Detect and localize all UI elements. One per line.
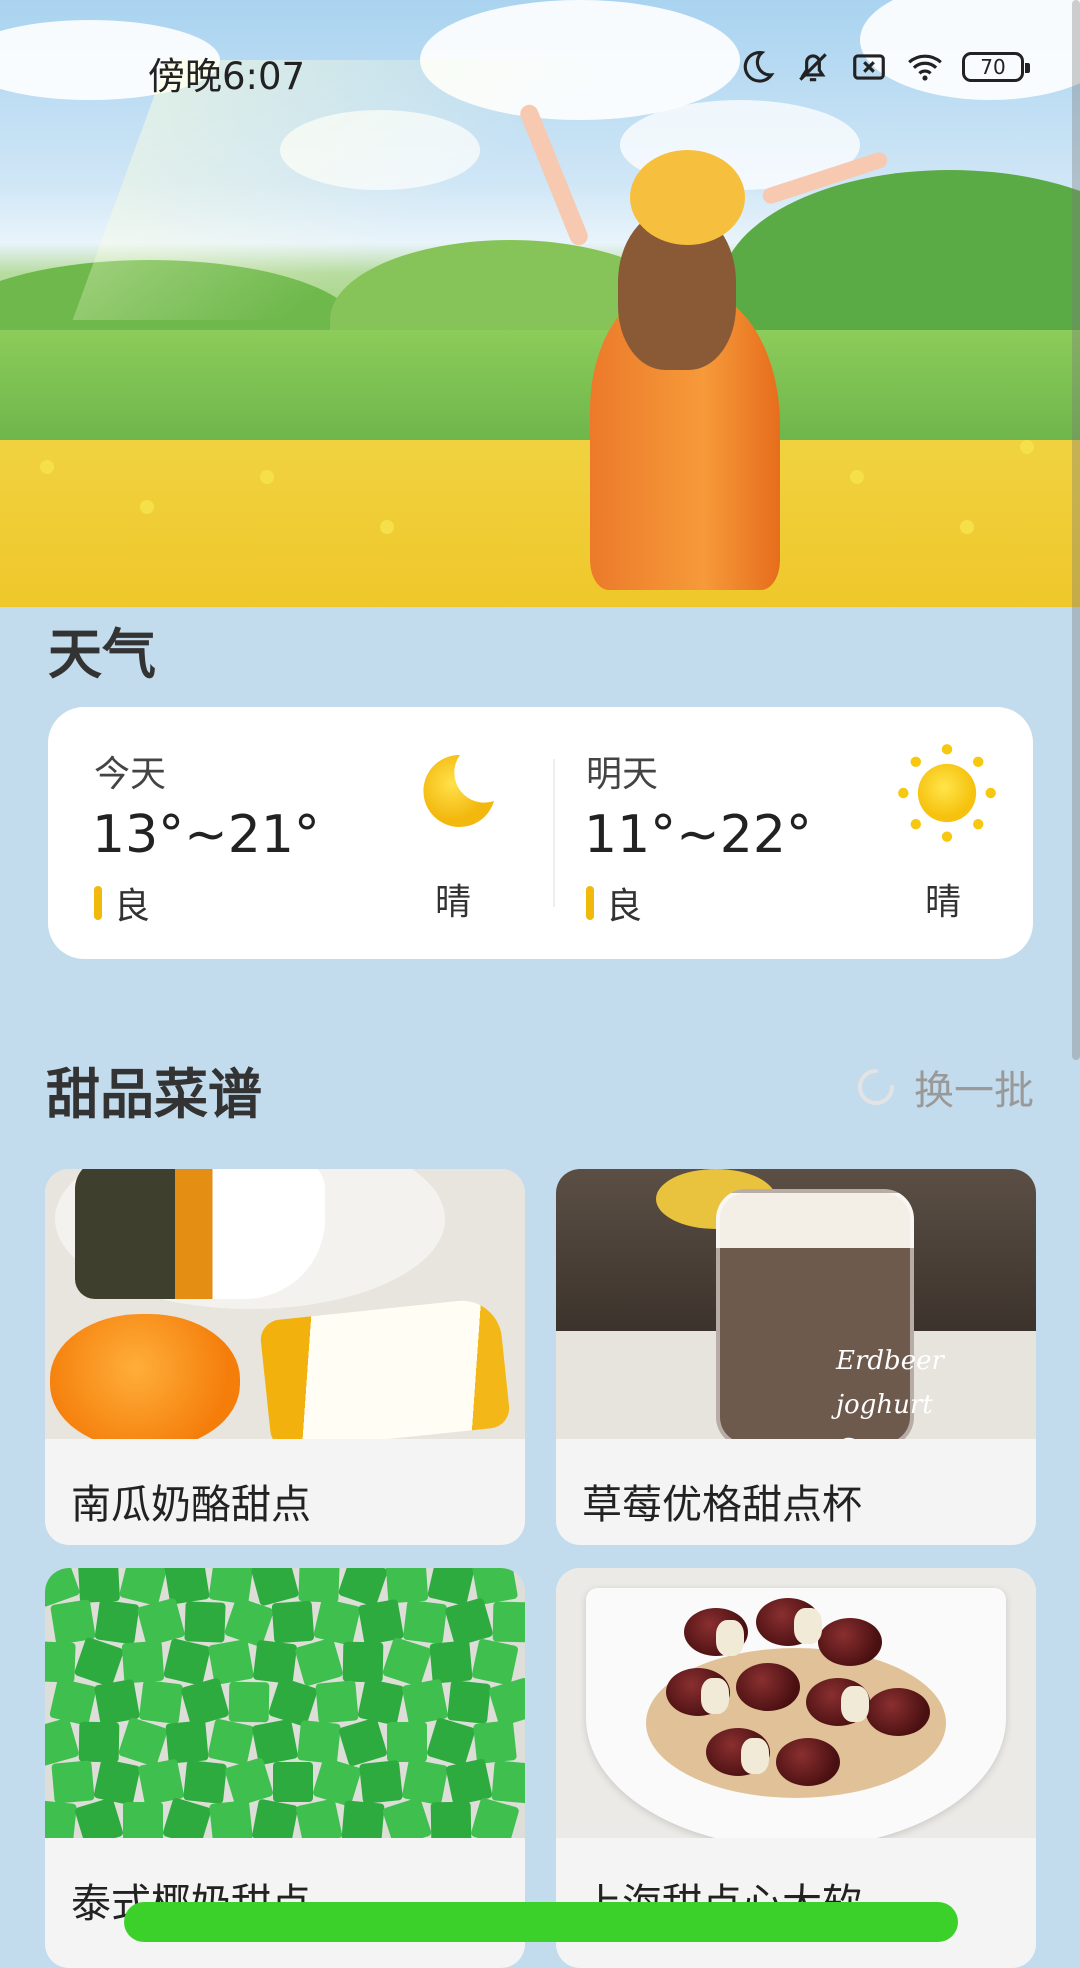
jelly-cube xyxy=(184,1601,226,1643)
jelly-cube xyxy=(401,1758,449,1806)
jelly-cube xyxy=(228,1681,270,1723)
moon-icon xyxy=(423,754,494,827)
jelly-cube xyxy=(342,1641,384,1683)
jelly-cube xyxy=(162,1797,212,1838)
recipe-card[interactable]: 南瓜奶酪甜点 xyxy=(45,1169,525,1545)
air-quality: 良 xyxy=(586,877,642,929)
jelly-cube xyxy=(117,1716,169,1768)
jelly-cube xyxy=(94,1599,140,1645)
weather-condition: 晴 xyxy=(925,882,962,923)
recipe-name: 南瓜奶酪甜点 xyxy=(71,1482,311,1528)
jelly-cube xyxy=(426,1717,476,1767)
bell-off-icon xyxy=(799,53,827,82)
jelly-cube xyxy=(77,1568,121,1604)
jelly-cube xyxy=(74,1797,124,1838)
jelly-cube xyxy=(121,1640,165,1684)
weather-tomorrow[interactable]: 明天 11°~22° 良 晴 xyxy=(540,707,1030,959)
recipe-image xyxy=(556,1568,1036,1838)
jelly-cube xyxy=(78,1721,120,1763)
jelly-cube xyxy=(183,1760,227,1804)
recipe-image xyxy=(45,1568,525,1838)
jelly-cube xyxy=(45,1800,77,1838)
jelly-cube xyxy=(357,1678,405,1726)
status-time: 傍晚6:07 xyxy=(148,55,306,98)
wifi-icon xyxy=(908,54,942,81)
jelly-cube xyxy=(470,1797,520,1838)
air-quality-bar xyxy=(586,886,594,920)
jelly-cube xyxy=(491,1760,525,1804)
refresh-button[interactable]: 换一批 xyxy=(854,1058,1034,1116)
jelly-cube xyxy=(359,1760,403,1804)
jelly-cube xyxy=(385,1568,429,1604)
jelly-cube xyxy=(49,1678,97,1726)
jelly-cube xyxy=(295,1798,343,1838)
jelly-cube xyxy=(298,1568,340,1603)
jelly-cube xyxy=(430,1801,472,1838)
weather-day-label: 明天 xyxy=(586,754,659,795)
moon-icon xyxy=(743,51,775,83)
jelly-cube xyxy=(123,1802,163,1838)
jelly-cube xyxy=(402,1599,448,1645)
dessert-section-title: 甜品菜谱 xyxy=(46,1063,262,1126)
weather-day-label: 今天 xyxy=(94,754,167,795)
jelly-cube xyxy=(313,1598,361,1646)
scroll-indicator xyxy=(1072,0,1080,1060)
jelly-cube xyxy=(447,1680,491,1724)
battery-icon: 70 xyxy=(962,52,1030,82)
air-quality: 良 xyxy=(94,877,150,929)
jelly-cube xyxy=(315,1680,359,1724)
jelly-cube xyxy=(492,1601,525,1643)
recipe-name: 草莓优格甜点杯 xyxy=(582,1482,862,1528)
jelly-cube xyxy=(207,1718,255,1766)
jelly-cube xyxy=(251,1798,299,1838)
jelly-cube xyxy=(45,1641,76,1683)
jelly-cube xyxy=(429,1640,473,1684)
battery-level: 70 xyxy=(980,55,1006,79)
jelly-cube xyxy=(163,1638,211,1686)
sim-off-icon xyxy=(853,54,885,80)
weather-temp-range: 11°~22° xyxy=(584,805,812,865)
refresh-icon xyxy=(858,1069,894,1105)
refresh-label: 换一批 xyxy=(914,1068,1034,1114)
jelly-cube xyxy=(338,1717,388,1767)
image-caption-line: Creme xyxy=(836,1427,1036,1439)
air-quality-bar xyxy=(94,886,102,920)
jelly-cube xyxy=(381,1796,433,1838)
bottom-action-bar[interactable] xyxy=(124,1902,958,1942)
jelly-cube xyxy=(45,1717,80,1767)
recipe-image: Erdbeer joghurt Creme xyxy=(556,1169,1036,1439)
jelly-cube xyxy=(294,1637,344,1687)
status-icons: 70 xyxy=(738,48,1030,86)
sun-icon xyxy=(898,744,996,842)
jelly-cube xyxy=(341,1800,385,1838)
jelly-cube xyxy=(471,1638,519,1686)
air-quality-label: 良 xyxy=(606,886,643,927)
jelly-cube xyxy=(273,1762,313,1802)
jelly-cube xyxy=(73,1636,125,1688)
jelly-cube xyxy=(473,1720,517,1764)
recipe-card[interactable]: Erdbeer joghurt Creme 草莓优格甜点杯 xyxy=(556,1169,1036,1545)
jelly-cube xyxy=(209,1800,253,1838)
jelly-cube xyxy=(297,1720,341,1764)
jelly-cube xyxy=(165,1720,209,1764)
recipe-image xyxy=(45,1169,525,1439)
weather-card[interactable]: 今天 13°~21° 良 晴 明天 11°~22° 良 晴 xyxy=(48,707,1033,959)
weather-today[interactable]: 今天 13°~21° 良 晴 xyxy=(48,707,538,959)
jelly-cube xyxy=(381,1636,433,1688)
air-quality-label: 良 xyxy=(114,886,151,927)
weather-section-title: 天气 xyxy=(48,623,156,686)
weather-temp-range: 13°~21° xyxy=(92,805,320,865)
jelly-cube xyxy=(252,1639,298,1685)
recipe-image-caption: Erdbeer joghurt Creme xyxy=(836,1339,1036,1439)
weather-condition: 晴 xyxy=(435,882,472,923)
jelly-cube xyxy=(138,1679,184,1725)
jelly-cube xyxy=(250,1568,300,1607)
image-caption-line: Erdbeer joghurt xyxy=(836,1346,944,1420)
jelly-cube xyxy=(93,1758,141,1806)
jelly-cube xyxy=(488,1677,525,1727)
jelly-cube xyxy=(271,1600,315,1644)
jelly-cube xyxy=(387,1722,427,1762)
jelly-cube xyxy=(51,1760,95,1804)
